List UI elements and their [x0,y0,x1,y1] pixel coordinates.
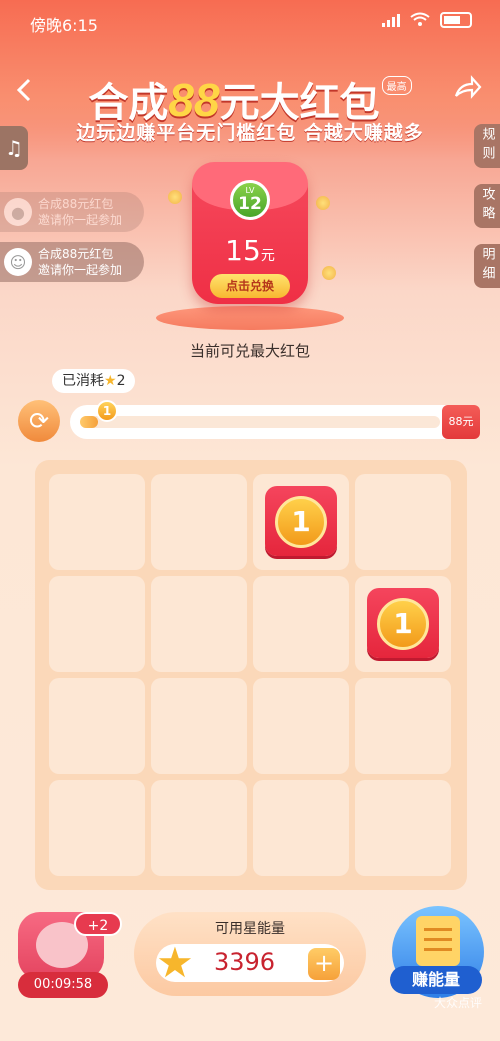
refresh-icon: ⟳ [28,407,50,435]
add-energy-button[interactable]: + [308,948,340,980]
progress-track: 1 88元 [70,400,480,439]
board-cell[interactable] [355,474,451,570]
board-cell[interactable] [355,780,451,876]
packet-amount: 15元 [225,234,275,267]
coin-decoration [322,266,336,280]
music-icon: ♫ [5,136,23,160]
level-badge: LV 12 [230,180,270,220]
invite-title: 合成88元红包 [38,197,114,211]
board-cell[interactable] [49,576,145,672]
status-bar: 傍晚6:15 [0,8,500,36]
energy-panel: 可用星能量 ★ 3396 + [134,912,366,996]
consumed-value: 2 [116,373,126,389]
status-time: 傍晚6:15 [30,16,98,35]
board-cell[interactable] [253,576,349,672]
red-packet-tile[interactable]: 1 [265,486,337,556]
board-cell[interactable] [151,678,247,774]
page-subtitle: 边玩边赚平台无门槛红包 合越大赚越多 [76,122,424,144]
redeem-button[interactable]: 点击兑换 [210,274,290,298]
board-cell[interactable] [151,474,247,570]
tile-value: 1 [377,598,429,650]
earn-energy-label: 赚能量 [390,966,482,994]
music-button[interactable]: ♫ [0,126,28,170]
packet-caption: 当前可兑最大红包 [189,342,310,360]
board-cell[interactable] [49,780,145,876]
red-packet-tile[interactable]: 1 [367,588,439,658]
invite-pill[interactable]: ☺ 合成88元红包 邀请你一起参加 [0,242,144,282]
board-cell[interactable] [253,678,349,774]
refresh-button[interactable]: ⟳ [18,400,60,442]
piggy-bank[interactable]: +2 00:09:58 [18,912,122,998]
level-value: 12 [238,194,262,214]
star-icon: ★ [156,938,194,987]
board-cell[interactable] [355,678,451,774]
board-cell[interactable] [151,780,247,876]
invite-title: 合成88元红包 [38,247,114,261]
tile-value: 1 [275,496,327,548]
coin-decoration [316,196,330,210]
energy-value: 3396 [214,948,276,976]
pig-bonus: +2 [74,912,122,936]
red-packet[interactable]: LV 12 15元 点击兑换 [192,162,308,304]
progress-knob: 1 [96,400,118,422]
merge-board: 11 [35,460,467,890]
tab-details[interactable]: 明细 [474,244,500,288]
task-list-icon [416,916,460,966]
invite-sub: 邀请你一起参加 [38,213,123,227]
board-cell[interactable] [49,474,145,570]
consumed-badge: 已消耗★2 [52,369,136,393]
avatar: ☺ [4,248,32,276]
tab-rules[interactable]: 规则 [474,124,500,168]
title-badge: 最高 [381,76,412,95]
packet-pedestal [156,306,344,330]
earn-energy-button[interactable]: 赚能量 [390,906,484,998]
energy-label: 可用星能量 [215,921,285,937]
avatar: ● [4,198,32,226]
watermark: 大众点评 [433,996,482,1010]
invite-sub: 邀请你一起参加 [38,263,123,277]
battery-icon [440,12,472,28]
status-icons [382,12,472,28]
star-icon: ★ [104,373,117,389]
coin-decoration [168,190,182,204]
pig-timer: 00:09:58 [18,972,108,998]
signal-icon [382,13,400,27]
board-cell[interactable] [253,780,349,876]
wifi-icon [410,12,430,26]
progress-goal: 88元 [442,405,480,439]
invite-pill[interactable]: ● 合成88元红包 邀请你一起参加 [0,192,144,232]
tab-guide[interactable]: 攻略 [474,184,500,228]
board-cell[interactable] [151,576,247,672]
board-cell[interactable] [49,678,145,774]
progress-fill [80,416,98,428]
